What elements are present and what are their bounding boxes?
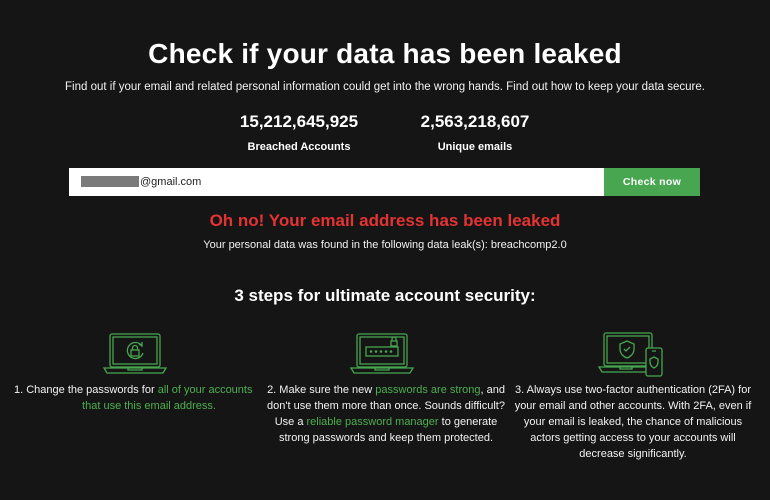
- step-1-text: 1. Change the passwords for: [14, 384, 158, 396]
- stat-value: 2,563,218,607: [420, 112, 530, 131]
- stat-value: 15,212,645,925: [239, 112, 359, 131]
- check-now-button[interactable]: Check now: [604, 168, 700, 196]
- leak-alert-message: Your personal data was found in the foll…: [203, 239, 567, 251]
- stat-breached-accounts: 15,212,645,925 Breached Accounts: [199, 112, 399, 153]
- leak-alert-title: Oh no! Your email address has been leake…: [209, 211, 561, 230]
- step-2: 2. Make sure the new passwords are stron…: [262, 382, 510, 446]
- steps-heading: 3 steps for ultimate account security:: [234, 286, 536, 305]
- redacted-email-local-part: [81, 176, 139, 187]
- step-1: 1. Change the passwords for all of your …: [14, 382, 266, 414]
- step-2-link-strong-passwords[interactable]: passwords are strong: [375, 384, 480, 396]
- laptop-phone-shield-icon: [598, 332, 663, 377]
- laptop-refresh-icon: [102, 333, 168, 374]
- page-title: Check if your data has been leaked: [148, 38, 622, 69]
- laptop-password-icon: [349, 333, 415, 374]
- stat-label: Breached Accounts: [247, 141, 351, 153]
- step-1-link-accounts[interactable]: all of your accounts: [158, 384, 253, 396]
- email-check-form: Check now: [69, 168, 700, 196]
- step-2-text-a: 2. Make sure the new: [267, 384, 376, 396]
- step-2-link-password-manager[interactable]: reliable password manager: [307, 416, 439, 428]
- stat-unique-emails: 2,563,218,607 Unique emails: [375, 112, 575, 153]
- step-3: 3. Always use two-factor authentication …: [508, 382, 758, 462]
- step-3-text: 3. Always use two-factor authentication …: [514, 384, 752, 460]
- email-field-container[interactable]: [69, 168, 604, 196]
- email-input[interactable]: [139, 168, 590, 196]
- step-1-link-email[interactable]: that use this email address.: [14, 398, 266, 414]
- stat-label: Unique emails: [437, 141, 513, 153]
- page-subtitle: Find out if your email and related perso…: [65, 81, 705, 93]
